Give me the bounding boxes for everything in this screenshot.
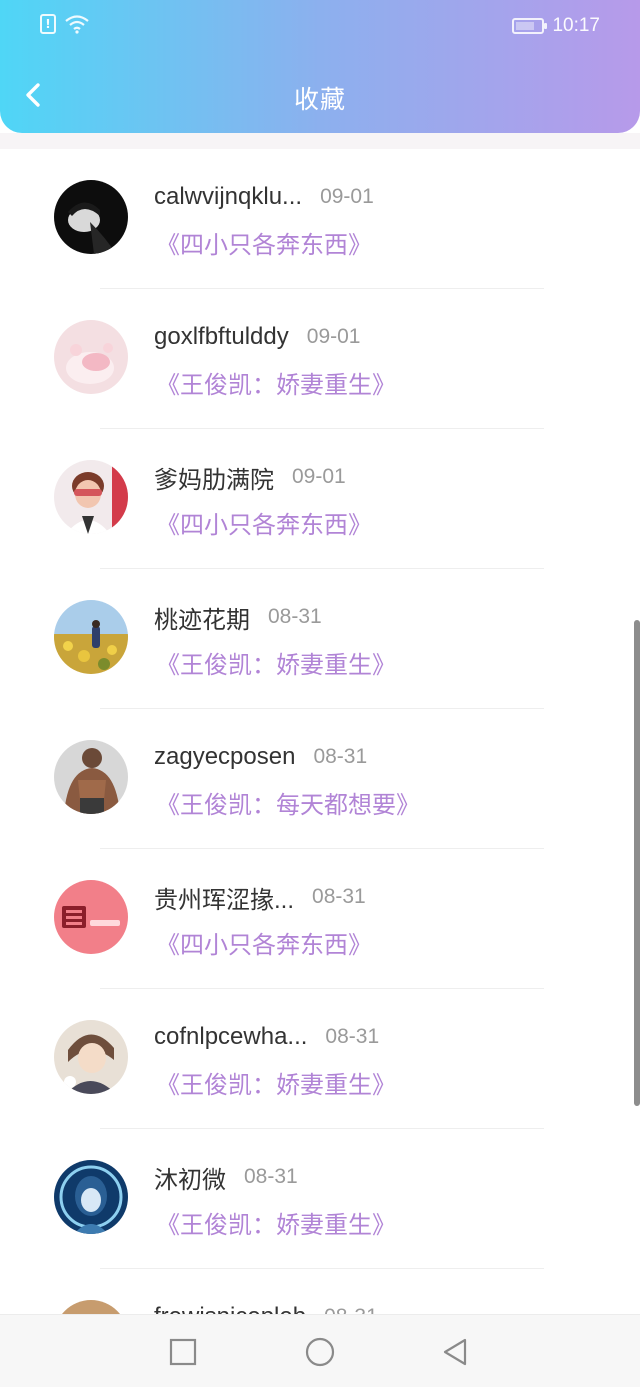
user-name: frewisnicepleb <box>154 1303 306 1314</box>
avatar[interactable] <box>54 320 128 394</box>
user-name: 桃迹花期 <box>154 606 250 634</box>
book-title[interactable]: 《王俊凯：娇妻重生》 <box>156 645 396 680</box>
list-item[interactable]: 桃迹花期 08-31 《王俊凯：娇妻重生》 <box>0 569 640 709</box>
user-name: 贵州珲涩掾... <box>154 886 295 914</box>
date-label: 08-31 <box>313 745 368 768</box>
list-item[interactable]: 贵州珲涩掾... 08-31 《四小只各奔东西》 <box>0 849 640 989</box>
list-item[interactable]: calwvijnqklu... 09-01 《四小只各奔东西》 <box>0 149 640 289</box>
avatar[interactable] <box>54 460 128 534</box>
book-title[interactable]: 《四小只各奔东西》 <box>156 225 372 260</box>
avatar[interactable] <box>54 1020 128 1094</box>
date-label: 08-31 <box>244 1165 298 1188</box>
book-title[interactable]: 《王俊凯：娇妻重生》 <box>156 1065 396 1100</box>
date-label: 09-01 <box>292 465 346 488</box>
wifi-icon <box>65 15 89 34</box>
list-item[interactable]: zagyecposen 08-31 《王俊凯：每天都想要》 <box>0 709 640 849</box>
book-title[interactable]: 《王俊凯：每天都想要》 <box>156 785 420 820</box>
status-bar: ! 10:17 <box>0 0 640 54</box>
list-item[interactable]: goxlfbftulddy 09-01 《王俊凯：娇妻重生》 <box>0 289 640 429</box>
user-name: zagyecposen <box>154 743 296 770</box>
list-item[interactable]: frewisnicepleb 08-31 <box>0 1269 640 1314</box>
list-item[interactable]: 沐初微 08-31 《王俊凯：娇妻重生》 <box>0 1129 640 1269</box>
avatar[interactable] <box>54 600 128 674</box>
triangle-back-icon[interactable] <box>440 1337 470 1367</box>
circle-icon[interactable] <box>305 1337 335 1367</box>
date-label: 08-31 <box>268 605 322 628</box>
list-item[interactable]: 爹妈肋满院 09-01 《四小只各奔东西》 <box>0 429 640 569</box>
avatar[interactable] <box>54 740 128 814</box>
date-label: 08-31 <box>312 885 366 908</box>
user-name: calwvijnqklu... <box>154 183 303 210</box>
avatar[interactable] <box>54 880 128 954</box>
battery-charging-icon <box>512 18 548 34</box>
scrollbar[interactable] <box>634 620 640 1106</box>
avatar[interactable] <box>54 1160 128 1234</box>
avatar[interactable] <box>54 1300 128 1314</box>
list-item[interactable]: cofnlpcewha... 08-31 《王俊凯：娇妻重生》 <box>0 989 640 1129</box>
book-title[interactable]: 《四小只各奔东西》 <box>156 925 372 960</box>
list-top-strip <box>0 133 640 149</box>
status-time: 10:17 <box>552 15 600 36</box>
favorites-list[interactable]: calwvijnqklu... 09-01 《四小只各奔东西》 goxlfbft… <box>0 149 640 1314</box>
square-icon[interactable] <box>168 1337 198 1367</box>
user-name: cofnlpcewha... <box>154 1023 308 1050</box>
date-label: 08-31 <box>324 1305 378 1314</box>
book-title[interactable]: 《王俊凯：娇妻重生》 <box>156 1205 396 1240</box>
sim-alert-icon: ! <box>40 14 56 34</box>
page-title: 收藏 <box>293 85 346 114</box>
user-name: 爹妈肋满院 <box>154 466 274 494</box>
date-label: 09-01 <box>306 325 361 348</box>
date-label: 09-01 <box>320 185 374 208</box>
date-label: 08-31 <box>325 1025 380 1048</box>
book-title[interactable]: 《王俊凯：娇妻重生》 <box>156 365 396 400</box>
user-name: goxlfbftulddy <box>154 323 289 350</box>
book-title[interactable]: 《四小只各奔东西》 <box>156 505 372 540</box>
header-bar: ! 10:17 收藏 <box>0 0 640 133</box>
system-nav-bar <box>0 1314 640 1387</box>
avatar[interactable] <box>54 180 128 254</box>
user-name: 沐初微 <box>154 1166 226 1194</box>
